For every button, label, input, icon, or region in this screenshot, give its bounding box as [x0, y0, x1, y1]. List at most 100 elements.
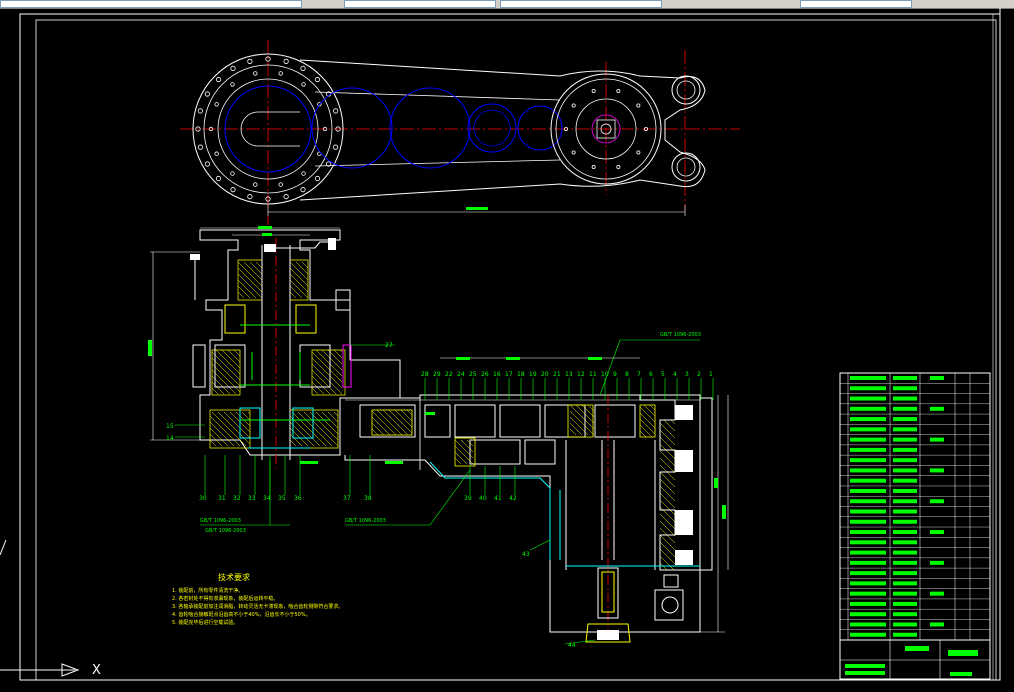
bolt-hole [591, 88, 596, 93]
parts-list-code-cell [893, 478, 917, 483]
parts-list-code-cell [893, 550, 917, 555]
toolbar-field-4[interactable] [800, 0, 912, 8]
hatch-line [311, 357, 343, 389]
hatch-line [659, 534, 676, 551]
parts-list-name-cell [850, 396, 886, 401]
part-number-label: 24 [457, 371, 465, 378]
bolt-hole [253, 71, 258, 76]
technical-requirements: 技术要求 1. 装配前，所有零件清洗干净。2. 各密封处不得有渗漏现象，装配后运… [172, 572, 343, 626]
parts-list-code-cell [893, 571, 917, 576]
toolbar-field-2[interactable] [344, 0, 496, 8]
parts-list-code-cell [893, 447, 917, 452]
parts-list-material-cell [930, 437, 944, 442]
parts-list-name-cell [850, 488, 886, 493]
part-number-label: 33 [248, 495, 256, 502]
bolt-hole [253, 182, 258, 187]
part-number-label: 14 [166, 435, 174, 442]
bolt-hole [636, 150, 641, 155]
parts-list-name-cell [850, 447, 886, 452]
bolt-hole [616, 88, 621, 93]
axis-x-label: X [92, 663, 101, 678]
part-number-label: 7 [637, 371, 641, 378]
part-number-label: 30 [199, 495, 207, 502]
part-number-label: 20 [541, 371, 549, 378]
bolt-hole [230, 82, 235, 87]
hatch-line [289, 285, 303, 299]
part-number-label: 19 [529, 371, 537, 378]
part-number-label: 13 [565, 371, 573, 378]
parts-list-name-cell [850, 406, 886, 411]
parts-list-name-cell [850, 591, 886, 596]
parts-list-material-cell [930, 499, 944, 504]
toolbar-field-1[interactable] [0, 0, 302, 8]
toolbar-field-3[interactable] [500, 0, 662, 8]
hatch-line [659, 471, 676, 488]
bolt-hole [230, 65, 236, 71]
bolt-hole [197, 108, 203, 114]
hatch-line [639, 430, 647, 438]
parts-list-code-cell [893, 509, 917, 514]
hatch-line [454, 451, 468, 465]
hatch-line [311, 387, 319, 395]
tech-requirement-line: 5. 装配完毕后进行空载试验。 [172, 619, 238, 626]
parts-list-code-cell [893, 581, 917, 586]
parts-list-code-cell [893, 560, 917, 565]
part-number-label: 3 [685, 371, 689, 378]
bolt-hole [314, 76, 321, 83]
hatch-line [209, 439, 217, 447]
bolt-hole [636, 103, 641, 108]
parts-list-code-cell [893, 376, 917, 380]
bolt-hole [300, 65, 306, 71]
part-number-label: 22 [445, 371, 453, 378]
bolt-hole [278, 71, 283, 76]
bolt-hole [278, 182, 283, 187]
part-number-label: 38 [364, 495, 372, 502]
part-44-label: 44 [568, 642, 576, 649]
hatch-line [569, 404, 595, 430]
hatch-line [311, 381, 325, 395]
hatch-line [309, 411, 339, 441]
parts-list-material-cell [930, 560, 944, 565]
part-number-label: 42 [509, 495, 517, 502]
part-43-label: 43 [522, 551, 530, 558]
parts-list-name-cell [850, 509, 886, 514]
hatch-line [289, 421, 315, 447]
parts-list-code-cell [893, 437, 917, 442]
part-number-label: 21 [553, 371, 561, 378]
bolt-hole [314, 175, 321, 182]
hatch-line [255, 261, 263, 269]
hatch-line [209, 415, 241, 447]
bolt-hole [204, 91, 210, 97]
parts-list-code-cell [893, 622, 917, 627]
part-number-label: 12 [577, 371, 585, 378]
parts-list-code-cell [893, 530, 917, 535]
hatch-line [209, 421, 235, 447]
parts-list-name-cell [850, 478, 886, 483]
parts-list-code-cell [893, 601, 917, 606]
parts-list-material-cell [930, 591, 944, 596]
hatch-line [237, 291, 245, 299]
hatch-line [400, 409, 413, 422]
hatch-line [659, 485, 676, 502]
parts-list-material-cell [930, 376, 944, 380]
parts-list-name-cell [850, 612, 886, 617]
part-number-label: 28 [421, 371, 429, 378]
parts-list-code-cell [893, 519, 917, 524]
hatch-line [333, 349, 343, 359]
hatch-line [227, 349, 241, 363]
hatch-line [237, 285, 251, 299]
cad-drawing-canvas[interactable]: 28 29 22 24 25 26 16 17 18 19 20 21 13 12 11 10 9 8 7 6 5 4 3 2… [0, 8, 1014, 692]
parts-list-name-cell [850, 550, 886, 555]
hatch-line [215, 349, 241, 375]
bolt-hole [247, 58, 253, 64]
parts-list-material-cell [930, 622, 944, 627]
part-number-label: 4 [673, 371, 677, 378]
part-number-label: 35 [278, 495, 286, 502]
hatch-line [289, 433, 303, 447]
parts-list-name-cell [850, 458, 886, 463]
parts-list-material-cell [930, 406, 944, 411]
part-number-label: 18 [517, 371, 525, 378]
parts-list-code-cell [893, 468, 917, 473]
bolt-hole [283, 58, 289, 64]
part-number-label: 37 [343, 495, 351, 502]
